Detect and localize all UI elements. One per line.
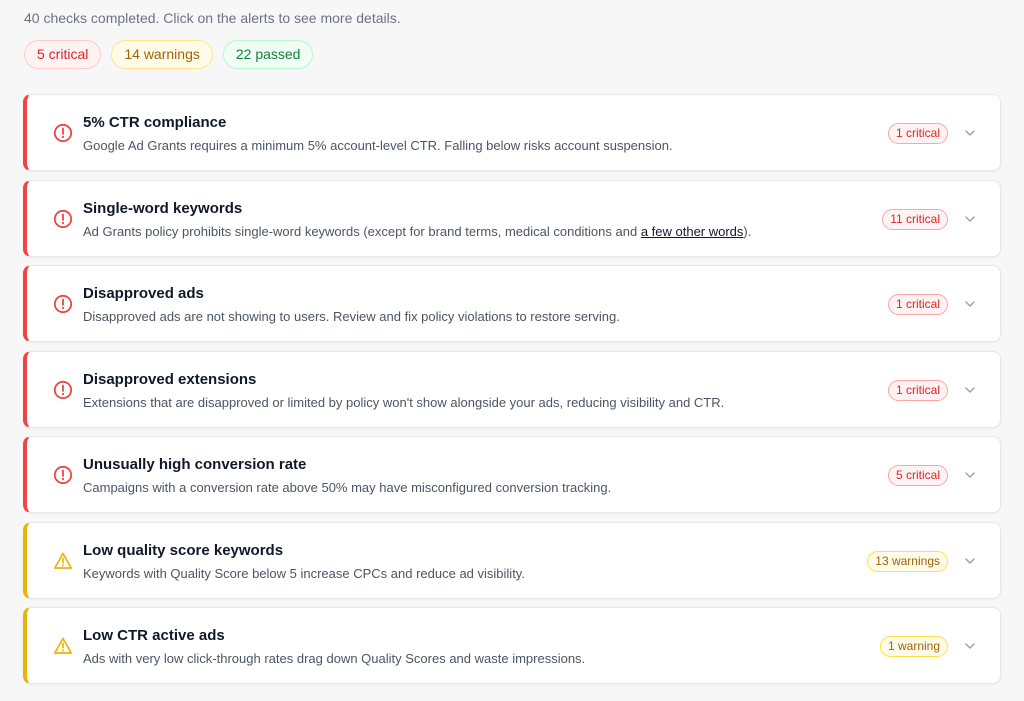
alert-circle-icon [53,123,73,143]
alert-badge: 5 critical [887,465,948,486]
alert-description: Disapproved ads are not showing to users… [83,309,620,324]
alert-ctr-compliance[interactable]: 5% CTR compliance Google Ad Grants requi… [23,94,1001,171]
alert-title: Disapproved extensions [83,370,257,388]
chevron-down-icon[interactable] [962,296,978,312]
alert-description: Extensions that are disapproved or limit… [83,394,725,410]
alert-badge: 1 critical [887,294,948,315]
alert-description: Ad Grants policy prohibits single-word k… [83,224,751,239]
alert-title: Low CTR active ads [83,627,225,644]
checks-summary-text: 40 checks completed. Click on the alerts… [24,10,401,26]
alert-low-quality-score-keywords[interactable]: Low quality score keywords Keywords with… [23,521,1001,599]
alert-circle-icon [53,380,73,399]
summary-pills: 5 critical 14 warnings 22 passed [24,40,314,69]
alert-description-tail: ). [743,223,752,239]
alert-low-ctr-active-ads[interactable]: Low CTR active ads Ads with very low cli… [23,607,1001,684]
chevron-down-icon[interactable] [962,638,978,654]
alert-badge: 13 warnings [867,550,948,572]
alert-circle-icon [53,465,73,485]
warnings-count-pill[interactable]: 14 warnings [111,40,213,69]
alerts-list: 5% CTR compliance Google Ad Grants requi… [23,94,1001,693]
chevron-down-icon[interactable] [962,211,978,227]
alert-disapproved-extensions[interactable]: Disapproved extensions Extensions that a… [23,350,1001,428]
few-other-words-link[interactable]: a few other words [641,224,744,239]
alert-title: 5% CTR compliance [83,114,227,131]
alert-description: Ads with very low click-through rates dr… [83,651,586,666]
alert-description: Keywords with Quality Score below 5 incr… [83,565,525,581]
chevron-down-icon[interactable] [962,125,978,141]
warning-triangle-icon [53,552,73,569]
alert-badge: 1 critical [887,379,948,401]
alert-badge: 11 critical [882,208,948,230]
alert-high-conversion-rate[interactable]: Unusually high conversion rate Campaigns… [23,436,1001,513]
alert-circle-icon [53,209,73,228]
alert-description-text: Ad Grants policy prohibits single-word k… [83,223,641,239]
warning-triangle-icon [53,637,73,654]
alert-disapproved-ads[interactable]: Disapproved ads Disapproved ads are not … [23,265,1001,342]
passed-count-pill[interactable]: 22 passed [222,40,314,69]
alert-badge: 1 warning [879,636,948,657]
chevron-down-icon[interactable] [962,553,978,569]
critical-count-pill[interactable]: 5 critical [24,40,102,69]
chevron-down-icon[interactable] [962,382,978,398]
alert-description: Google Ad Grants requires a minimum 5% a… [83,138,673,153]
alert-title: Disapproved ads [83,285,204,302]
alert-title: Single-word keywords [83,199,243,217]
chevron-down-icon[interactable] [962,467,978,483]
alert-badge: 1 critical [887,123,948,144]
alert-description: Campaigns with a conversion rate above 5… [83,480,612,495]
alert-circle-icon [53,294,73,314]
alert-single-word-keywords[interactable]: Single-word keywords Ad Grants policy pr… [23,179,1001,257]
alert-title: Low quality score keywords [83,541,284,559]
alert-title: Unusually high conversion rate [83,456,307,473]
